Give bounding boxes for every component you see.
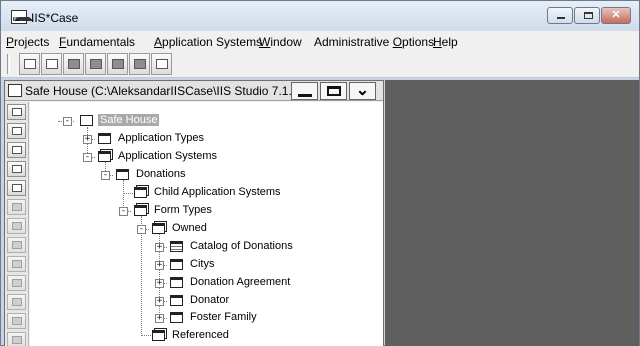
- side-tool-new-button[interactable]: [7, 104, 26, 120]
- house-icon: [80, 115, 93, 126]
- window-icon: [98, 133, 111, 144]
- menu-administrative-options[interactable]: Administrative Options: [314, 35, 434, 49]
- menu-window[interactable]: Window: [259, 35, 302, 49]
- paste-icon: [12, 279, 22, 287]
- minimize-button[interactable]: [547, 7, 573, 24]
- expand-toggle[interactable]: +: [83, 135, 92, 144]
- side-tool-list-button[interactable]: [7, 218, 26, 234]
- list-icon: [12, 222, 22, 230]
- edit-icon: [12, 146, 22, 154]
- tool-c-button[interactable]: [129, 53, 150, 75]
- collapse-toggle[interactable]: -: [63, 117, 72, 126]
- menu-help[interactable]: Help: [433, 35, 458, 49]
- form-stack-icon: [134, 205, 147, 216]
- side-tool-edit-button[interactable]: [7, 142, 26, 158]
- expand-toggle[interactable]: +: [155, 297, 164, 306]
- toolbar: [1, 51, 639, 78]
- form-stack-icon: [152, 330, 165, 341]
- project-window-title: Safe House (C:\AleksandarIISCase\IIS Stu…: [25, 84, 315, 98]
- collapse-toggle[interactable]: -: [101, 171, 110, 180]
- collapse-toggle[interactable]: -: [119, 207, 128, 216]
- side-tool-copy-button[interactable]: [7, 237, 26, 253]
- collapse-toggle[interactable]: -: [137, 225, 146, 234]
- child-maximize-button[interactable]: [320, 82, 347, 100]
- repository-button[interactable]: [151, 53, 172, 75]
- project-window-title-bar[interactable]: Safe House (C:\AleksandarIISCase\IIS Stu…: [5, 81, 383, 101]
- print-icon: [68, 59, 80, 69]
- form-icon: [170, 312, 183, 323]
- child-dropdown-button[interactable]: ⌄: [349, 82, 376, 100]
- form-icon: [170, 277, 183, 288]
- project-window: Safe House (C:\AleksandarIISCase\IIS Stu…: [4, 80, 384, 346]
- cut-icon: [12, 260, 22, 268]
- catalog-icon: [170, 241, 183, 252]
- toolbar-grip[interactable]: [7, 54, 10, 74]
- extra-icon: [12, 336, 22, 344]
- project-tree[interactable]: - + - - - - + + + + + Safe House Applica…: [30, 102, 383, 346]
- minimize-icon: [298, 94, 312, 97]
- expand-toggle[interactable]: +: [155, 279, 164, 288]
- side-tool-insert-button[interactable]: [7, 313, 26, 329]
- app-window: IIS IIS*Case ✕ Projects Fundamentals App…: [0, 0, 640, 346]
- print-button[interactable]: [63, 53, 84, 75]
- tool-a-button[interactable]: [85, 53, 106, 75]
- side-tool-add-button[interactable]: [7, 199, 26, 215]
- new-project-icon: [46, 59, 58, 69]
- refresh-icon: [12, 127, 22, 135]
- minimize-icon: [557, 17, 565, 19]
- maximize-icon: [327, 86, 341, 96]
- delete-icon: [12, 165, 22, 173]
- tool-c-icon: [134, 59, 146, 69]
- new-project-button[interactable]: [41, 53, 62, 75]
- menu-bar: Projects Fundamentals Application System…: [1, 31, 639, 51]
- close-button[interactable]: ✕: [601, 7, 631, 24]
- app-icon[interactable]: IIS: [11, 10, 34, 24]
- child-minimize-button[interactable]: [291, 82, 318, 100]
- remove-icon: [12, 298, 22, 306]
- title-bar[interactable]: IIS IIS*Case ✕: [1, 1, 639, 31]
- tool-a-icon: [90, 59, 102, 69]
- tree-connector: [141, 216, 142, 336]
- expand-toggle[interactable]: +: [155, 314, 164, 323]
- maximize-button[interactable]: [574, 7, 600, 24]
- windows-stack-icon: [134, 187, 147, 198]
- window-icon: [116, 169, 129, 180]
- chevron-down-icon: ⌄: [355, 82, 370, 99]
- expand-toggle[interactable]: +: [155, 243, 164, 252]
- mdi-workspace: [385, 80, 639, 346]
- add-icon: [12, 203, 22, 211]
- menu-application-systems[interactable]: Application Systems: [154, 35, 262, 49]
- side-tool-properties-button[interactable]: [7, 180, 26, 196]
- menu-projects[interactable]: Projects: [6, 35, 49, 49]
- open-folder-icon: [24, 59, 36, 69]
- side-tool-remove-button[interactable]: [7, 294, 26, 310]
- expand-toggle[interactable]: +: [155, 261, 164, 270]
- windows-stack-icon: [98, 151, 111, 162]
- insert-icon: [12, 317, 22, 325]
- side-tool-refresh-button[interactable]: [7, 123, 26, 139]
- copy-icon: [12, 241, 22, 249]
- form-icon: [170, 295, 183, 306]
- side-tool-cut-button[interactable]: [7, 256, 26, 272]
- form-stack-icon: [152, 223, 165, 234]
- collapse-toggle[interactable]: -: [83, 153, 92, 162]
- open-folder-button[interactable]: [19, 53, 40, 75]
- window-title: IIS*Case: [31, 11, 79, 25]
- tool-b-button[interactable]: [107, 53, 128, 75]
- properties-icon: [12, 184, 22, 192]
- project-icon: [8, 84, 22, 97]
- form-icon: [170, 259, 183, 270]
- new-item-icon: [12, 108, 22, 116]
- tool-b-icon: [112, 59, 124, 69]
- maximize-icon: [584, 12, 593, 19]
- side-tool-extra-button[interactable]: [7, 332, 26, 346]
- close-icon: ✕: [611, 9, 621, 21]
- menu-fundamentals[interactable]: Fundamentals: [59, 35, 135, 49]
- repository-icon: [156, 59, 168, 69]
- side-toolbar: [5, 102, 29, 346]
- side-tool-paste-button[interactable]: [7, 275, 26, 291]
- side-tool-delete-button[interactable]: [7, 161, 26, 177]
